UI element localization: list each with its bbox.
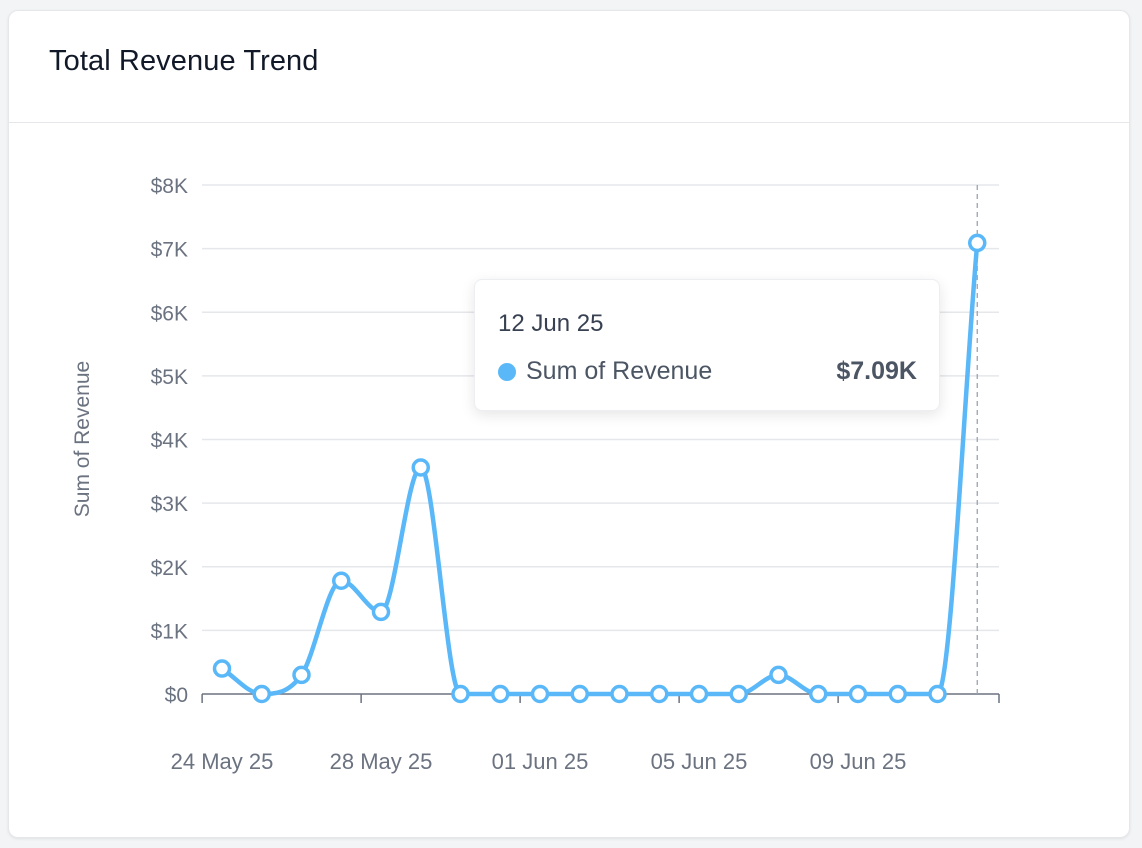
revenue-line-chart[interactable]: $0 $1K $2K $3K $4K $5K $6K $7K $8K 24 May 25 28 M… <box>9 11 1129 837</box>
x-axis: 24 May 25 28 May 25 01 Jun 25 05 Jun 25 09 J… <box>171 693 1000 774</box>
y-tick-label: $8K <box>151 175 188 198</box>
series-color-dot <box>498 362 516 381</box>
data-point[interactable] <box>809 684 828 704</box>
y-tick-label: $6K <box>151 302 188 325</box>
y-axis-label: Sum of Revenue <box>71 361 94 517</box>
x-tick-label: 28 May 25 <box>330 749 433 774</box>
y-tick-label: $0 <box>165 684 188 707</box>
y-tick-label: $4K <box>151 430 188 453</box>
data-point[interactable] <box>371 602 391 622</box>
y-tick-label: $2K <box>151 557 188 580</box>
data-point[interactable] <box>332 571 351 590</box>
x-tick-label: 01 Jun 25 <box>492 749 589 774</box>
data-point[interactable] <box>252 684 271 704</box>
data-point[interactable] <box>729 684 748 704</box>
y-tick-label: $3K <box>151 493 188 516</box>
data-point[interactable] <box>928 684 947 704</box>
revenue-card: Total Revenue Trend $0 $1K $2K $3K $4K $5K $6K… <box>8 10 1130 838</box>
x-tick-label: 24 May 25 <box>171 749 274 774</box>
y-tick-label: $1K <box>151 620 188 643</box>
data-point[interactable] <box>650 684 669 704</box>
chart-tooltip: 12 Jun 25 Sum of Revenue $7.09K <box>474 279 940 411</box>
y-tick-label: $7K <box>151 239 188 262</box>
data-point[interactable] <box>610 684 629 704</box>
data-point[interactable] <box>292 665 311 685</box>
data-point[interactable] <box>769 665 788 685</box>
x-tick-label: 05 Jun 25 <box>651 749 748 774</box>
data-point[interactable] <box>530 684 550 704</box>
tooltip-value: $7.09K <box>836 357 917 385</box>
tooltip-series-row: Sum of Revenue $7.09K <box>498 357 917 386</box>
y-tick-label: $5K <box>151 366 188 389</box>
data-point[interactable] <box>491 684 510 704</box>
tooltip-date: 12 Jun 25 <box>498 310 604 337</box>
tooltip-series-label: Sum of Revenue <box>526 357 713 385</box>
data-point[interactable] <box>570 684 589 704</box>
data-point[interactable] <box>451 684 470 704</box>
data-point[interactable] <box>411 458 430 477</box>
y-axis-ticks: $0 $1K $2K $3K $4K $5K $6K $7K $8K <box>151 175 188 707</box>
data-point[interactable] <box>689 684 709 704</box>
data-point[interactable] <box>888 684 907 704</box>
data-point[interactable] <box>212 659 232 678</box>
data-point[interactable] <box>968 233 987 253</box>
x-tick-label: 09 Jun 25 <box>810 749 907 774</box>
data-point[interactable] <box>848 684 868 704</box>
